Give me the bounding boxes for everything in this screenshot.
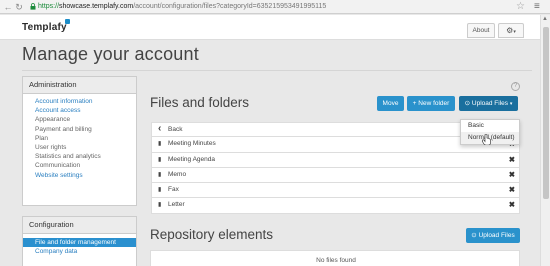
- repository-section-title: Repository elements: [150, 227, 274, 242]
- sidebar-item-appearance[interactable]: Appearance: [23, 115, 136, 124]
- scroll-up-icon[interactable]: ▲: [542, 16, 548, 22]
- back-arrow-icon[interactable]: ←: [3, 2, 13, 12]
- administration-panel: Administration Account information Accoun…: [22, 76, 137, 206]
- configuration-heading: Configuration: [23, 217, 136, 234]
- sidebar-item-account-information[interactable]: Account information: [23, 97, 136, 106]
- help-icon[interactable]: ?: [511, 82, 520, 91]
- file-row[interactable]: ▮ Letter ✖: [151, 198, 520, 214]
- sidebar-item-company-data[interactable]: Company data: [23, 247, 136, 256]
- move-button[interactable]: Move: [377, 96, 404, 111]
- file-icon: ▮: [158, 156, 162, 163]
- file-row-label: Fax: [168, 186, 179, 194]
- about-button[interactable]: About: [467, 23, 495, 38]
- sidebar-item-statistics-and-analytics[interactable]: Statistics and analytics: [23, 152, 136, 161]
- file-row[interactable]: ▮ Meeting Agenda ✖: [151, 152, 520, 168]
- url-field[interactable]: https://showcase.templafy.com/account/co…: [38, 2, 326, 12]
- file-icon: ▮: [158, 171, 162, 178]
- sidebar-item-file-and-folder-management[interactable]: File and folder management: [23, 238, 136, 248]
- title-divider: [22, 70, 532, 71]
- sidebar-item-user-rights[interactable]: User rights: [23, 143, 136, 152]
- sidebar-item-website-settings[interactable]: Website settings: [23, 171, 136, 180]
- file-row-label: Letter: [168, 201, 185, 209]
- app-header: Templafy About ⚙▾: [0, 15, 540, 40]
- caret-down-icon: ▾: [509, 101, 513, 107]
- configuration-panel: Configuration File and folder management…: [22, 216, 137, 266]
- browser-menu-icon[interactable]: ≡: [534, 1, 540, 12]
- settings-menu-button[interactable]: ⚙▾: [498, 23, 524, 38]
- file-icon: ▮: [158, 202, 162, 209]
- file-row-label: Memo: [168, 170, 187, 178]
- lock-icon: [30, 3, 36, 10]
- file-row-label: Back: [168, 126, 183, 133]
- page-scrollbar[interactable]: ▲: [540, 15, 550, 266]
- delete-icon[interactable]: ✖: [509, 198, 515, 212]
- files-section-title: Files and folders: [150, 95, 250, 110]
- upload-icon: ⊙: [471, 232, 477, 239]
- upload-icon: ⊙: [464, 100, 471, 107]
- repository-list: No files found: [150, 250, 520, 266]
- configuration-menu: File and folder management Company data: [23, 234, 136, 260]
- sidebar-item-account-access[interactable]: Account access: [23, 106, 136, 115]
- delete-icon[interactable]: ✖: [509, 168, 515, 182]
- new-folder-button[interactable]: + New folder: [407, 96, 455, 111]
- sidebar-item-plan[interactable]: Plan: [23, 134, 136, 143]
- sidebar-item-communication[interactable]: Communication: [23, 161, 136, 170]
- upload-files-label: Upload Files: [471, 100, 509, 107]
- file-icon: ▮: [158, 187, 162, 194]
- sidebar-item-payment-and-billing[interactable]: Payment and billing: [23, 125, 136, 134]
- chevron-left-icon: ‹: [158, 123, 162, 134]
- scrollbar-thumb[interactable]: [543, 27, 549, 199]
- delete-icon[interactable]: ✖: [509, 153, 515, 167]
- file-row-label: Meeting Minutes: [168, 140, 216, 148]
- file-row-label: Meeting Agenda: [168, 155, 215, 163]
- refresh-icon[interactable]: ↻: [14, 2, 24, 12]
- repository-upload-files-button[interactable]: ⊙ Upload Files: [466, 228, 520, 243]
- empty-state-text: No files found: [316, 257, 356, 264]
- url-host: showcase.templafy.com: [59, 3, 134, 10]
- file-row[interactable]: ▮ Memo ✖: [151, 167, 520, 184]
- templafy-logo[interactable]: Templafy: [22, 22, 67, 33]
- file-icon: ▮: [158, 141, 162, 148]
- page-title: Manage your account: [22, 44, 199, 64]
- upload-menu-basic[interactable]: Basic: [461, 120, 519, 132]
- browser-address-bar: ← ↻ https://showcase.templafy.com/accoun…: [0, 0, 550, 14]
- administration-menu: Account information Account access Appeara…: [23, 94, 136, 184]
- file-row[interactable]: ▮ Fax ✖: [151, 183, 520, 199]
- logo-mark-icon: [65, 19, 70, 24]
- caret-down-icon: ▾: [513, 29, 516, 35]
- hand-cursor-icon: [482, 134, 491, 145]
- repository-upload-label: Upload Files: [478, 232, 515, 239]
- upload-files-dropdown-button[interactable]: ⊙ Upload Files ▾: [459, 96, 518, 111]
- bookmark-star-icon[interactable]: ☆: [516, 1, 525, 12]
- url-path: /account/configuration/files?categoryId=…: [133, 3, 327, 10]
- url-scheme: https://: [38, 3, 60, 10]
- administration-heading: Administration: [23, 77, 136, 94]
- delete-icon[interactable]: ✖: [509, 183, 515, 197]
